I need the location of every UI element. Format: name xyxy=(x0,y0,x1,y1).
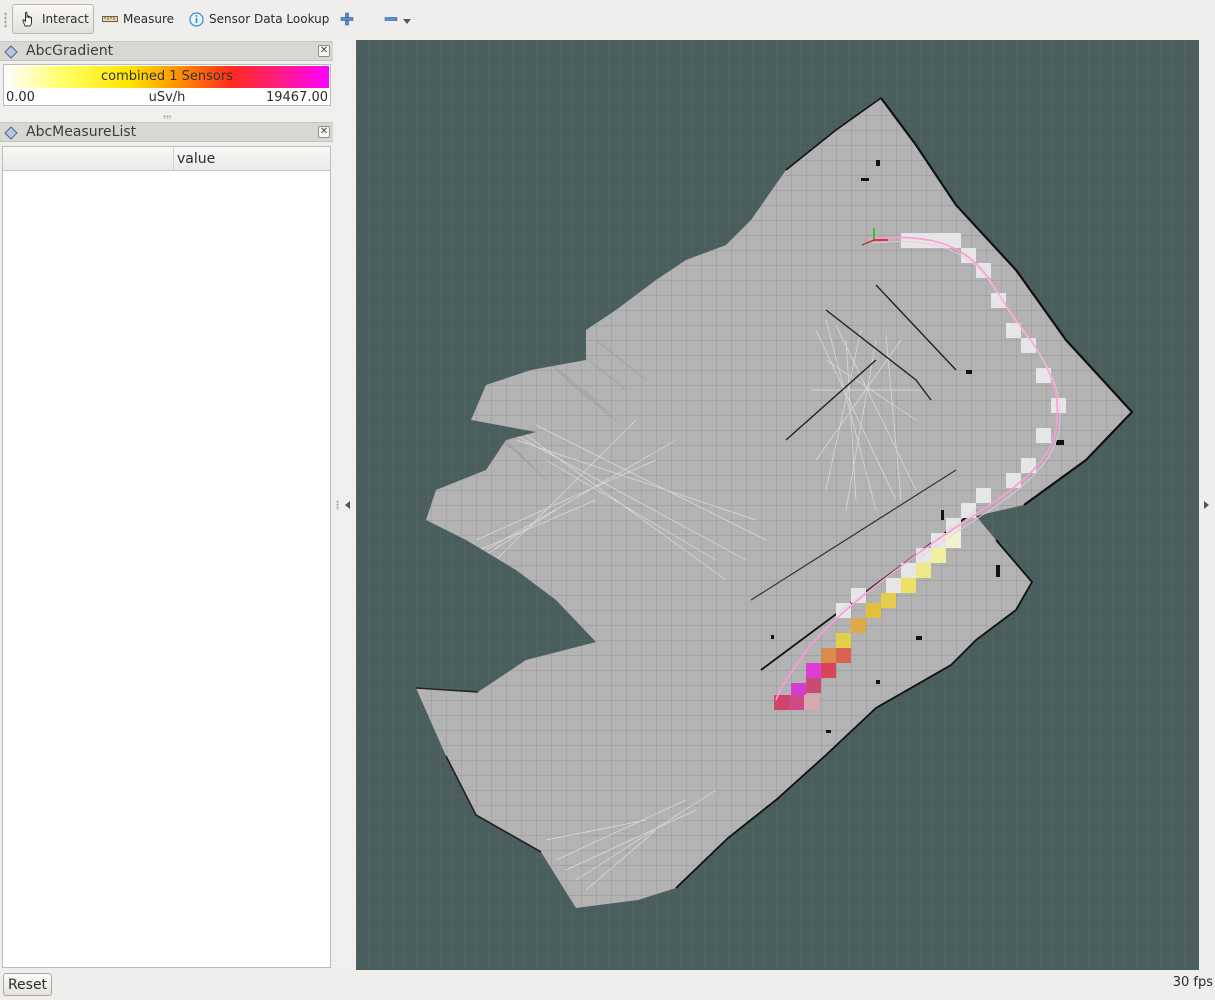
sensor-data-lookup-button[interactable]: Sensor Data Lookup xyxy=(183,4,335,34)
map-viewport[interactable] xyxy=(356,40,1199,970)
table-header: value xyxy=(3,147,330,171)
fps-readout: 30 fps xyxy=(1172,975,1213,990)
status-bar: Reset 30 fps xyxy=(0,970,1215,1000)
gradient-legend: combined 1 Sensors 0.00 uSv/h 19467.00 xyxy=(3,64,331,106)
plus-icon xyxy=(340,12,354,26)
interact-tool-button[interactable]: Interact xyxy=(12,4,94,34)
gradient-bar-label: combined 1 Sensors xyxy=(101,69,233,84)
gradient-panel-header[interactable]: AbcGradient ✕ xyxy=(0,41,333,61)
toolbar: Interact Measure Sensor Data Lookup xyxy=(0,0,1215,40)
map-canvas[interactable] xyxy=(356,40,1199,970)
panel-diamond-icon xyxy=(4,45,18,63)
gradient-panel-title: AbcGradient xyxy=(26,43,114,59)
gradient-panel-close-icon[interactable]: ✕ xyxy=(318,45,330,57)
measure-panel-close-icon[interactable]: ✕ xyxy=(318,126,330,138)
ruler-icon xyxy=(102,15,118,23)
measure-label: Measure xyxy=(123,12,174,26)
reset-button[interactable]: Reset xyxy=(3,973,52,996)
remove-tool-button[interactable] xyxy=(378,4,417,34)
info-icon xyxy=(189,11,204,27)
gradient-max: 19467.00 xyxy=(265,90,328,105)
column-header-value[interactable]: value xyxy=(177,151,215,167)
column-header-name[interactable] xyxy=(3,147,174,170)
minus-icon xyxy=(384,16,398,22)
collapse-right-arrow-icon[interactable] xyxy=(1204,501,1209,509)
toolbar-grip[interactable] xyxy=(4,12,7,28)
interact-label: Interact xyxy=(42,12,89,26)
gradient-bar: combined 1 Sensors xyxy=(5,66,329,88)
measure-panel-header[interactable]: AbcMeasureList ✕ xyxy=(0,122,333,142)
dropdown-arrow-icon[interactable] xyxy=(403,14,411,24)
collapse-left-arrow-icon[interactable] xyxy=(345,501,350,509)
hand-pointer-icon xyxy=(19,10,37,28)
panel-splitter-handle[interactable] xyxy=(163,115,171,119)
measure-panel-title: AbcMeasureList xyxy=(26,124,137,140)
right-splitter[interactable] xyxy=(1199,40,1215,970)
sensor-data-lookup-label: Sensor Data Lookup xyxy=(209,12,330,26)
left-splitter-grip[interactable] xyxy=(336,500,339,510)
measure-tool-button[interactable]: Measure xyxy=(96,4,180,34)
add-tool-button[interactable] xyxy=(334,4,360,34)
panel-diamond-icon xyxy=(4,126,18,144)
measure-list-table[interactable]: value xyxy=(2,146,331,968)
